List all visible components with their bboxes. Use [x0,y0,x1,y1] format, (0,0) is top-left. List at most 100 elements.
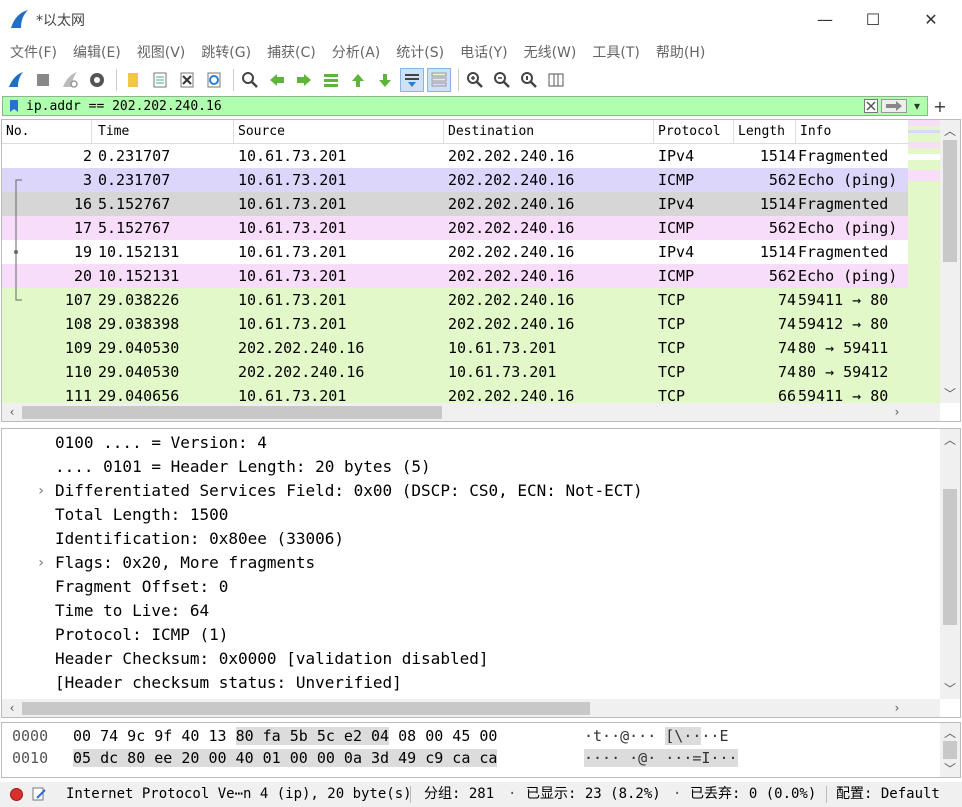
detail-tree-item[interactable]: 0100 .... = Version: 4 [2,431,938,455]
display-filter-input[interactable]: ip.addr == 202.202.240.16 [26,99,864,114]
clear-filter-icon[interactable] [864,99,878,113]
column-header-no[interactable]: No. [2,120,92,144]
packet-row[interactable]: 108 29.038398 10.61.73.201 202.202.240.16 TC… [2,312,908,336]
menu-file[interactable]: 文件(F) [2,42,65,62]
detail-tree-item[interactable]: Header Checksum: 0x0000 [validation disa… [2,647,938,671]
column-header-info[interactable]: Info [796,120,908,144]
packet-row[interactable]: 109 29.040530 202.202.240.16 10.61.73.201 TC… [2,336,908,360]
packet-bytes-vscroll[interactable]: ︿ ﹀ [940,723,960,777]
packet-row[interactable]: 107 29.038226 10.61.73.201 202.202.240.16 TC… [2,288,908,312]
scroll-down-icon[interactable]: ﹀ [941,759,959,777]
menu-analyze[interactable]: 分析(A) [324,42,389,62]
display-filter-field[interactable]: ip.addr == 202.202.240.16 ▾ [2,96,928,116]
scroll-down-icon[interactable]: ﹀ [941,384,959,402]
resize-columns-icon[interactable] [544,68,568,92]
detail-tree-item[interactable]: Protocol: ICMP (1) [2,623,938,647]
scroll-up-icon[interactable]: ︿ [941,723,959,741]
edit-comment-icon[interactable] [32,782,50,807]
packet-row[interactable]: 19 10.152131 10.61.73.201 202.202.240.16 IPv… [2,240,908,264]
scroll-thumb[interactable] [943,489,957,625]
menu-edit[interactable]: 编辑(E) [65,42,129,62]
close-button[interactable]: ✕ [906,0,956,38]
packet-list-header: No. Time Source Destination Protocol Len… [2,120,908,144]
scroll-thumb[interactable] [943,741,957,759]
scroll-thumb[interactable] [22,406,442,419]
packet-row[interactable]: 16 5.152767 10.61.73.201 202.202.240.16 IPv4… [2,192,908,216]
scroll-thumb[interactable] [22,702,590,715]
scroll-thumb[interactable] [943,140,957,262]
packet-row[interactable]: 2 0.231707 10.61.73.201 202.202.240.16 IPv4 1… [2,144,908,168]
packet-list-vscroll[interactable]: ︿ ﹀ [940,120,960,403]
scroll-down-icon[interactable]: ﹀ [941,679,959,697]
hex-ascii: ···· ·@· ···=I··· [584,749,738,767]
detail-tree-item[interactable]: › Differentiated Services Field: 0x00 (DS… [2,479,938,503]
column-header-source[interactable]: Source [234,120,444,144]
packet-cell-src: 10.61.73.201 [238,195,347,213]
go-back-icon[interactable] [265,68,289,92]
column-header-protocol[interactable]: Protocol [654,120,734,144]
packet-row[interactable]: 20 10.152131 10.61.73.201 202.202.240.16 ICM… [2,264,908,288]
close-file-icon[interactable] [175,68,199,92]
scroll-up-icon[interactable]: ︿ [941,430,959,448]
autoscroll-icon[interactable] [400,68,424,92]
column-header-length[interactable]: Length [734,120,796,144]
reload-icon[interactable] [202,68,226,92]
packet-details-hscroll[interactable]: ‹ › [2,699,940,717]
save-file-icon[interactable] [148,68,172,92]
go-last-icon[interactable] [373,68,397,92]
menu-wireless[interactable]: 无线(W) [516,42,585,62]
bookmark-icon[interactable] [6,98,22,114]
menu-tools[interactable]: 工具(T) [584,42,647,62]
gear-options-icon[interactable] [85,68,109,92]
find-packet-icon[interactable] [238,68,262,92]
colorize-icon[interactable] [427,68,451,92]
menu-telephony[interactable]: 电话(Y) [452,42,515,62]
go-to-packet-icon[interactable] [319,68,343,92]
packet-row[interactable]: 110 29.040530 202.202.240.16 10.61.73.201 TC… [2,360,908,384]
maximize-button[interactable]: ☐ [848,0,898,38]
scroll-up-icon[interactable]: ︿ [941,121,959,139]
go-first-icon[interactable] [346,68,370,92]
detail-tree-item[interactable]: Time to Live: 64 [2,599,938,623]
column-header-destination[interactable]: Destination [444,120,654,144]
status-profile[interactable]: 配置: Default [836,782,940,807]
packet-row[interactable]: 17 5.152767 10.61.73.201 202.202.240.16 ICMP… [2,216,908,240]
packet-color-minimap[interactable] [908,120,940,403]
capture-status-icon[interactable] [10,788,23,801]
detail-tree-item[interactable]: .... 0101 = Header Length: 20 bytes (5) [2,455,938,479]
restart-fin-icon[interactable] [58,68,82,92]
zoom-in-icon[interactable] [463,68,487,92]
scroll-right-icon[interactable]: › [888,699,906,717]
detail-tree-item[interactable]: › Flags: 0x20, More fragments [2,551,938,575]
packet-cell-info: 59412 → 80 [798,315,889,333]
expand-arrow-icon[interactable]: › [34,551,48,575]
minimize-button[interactable]: — [800,0,850,38]
packet-row[interactable]: 3 0.231707 10.61.73.201 202.202.240.16 ICMP 5… [2,168,908,192]
expand-arrow-icon[interactable]: › [34,479,48,503]
detail-tree-item[interactable]: [Header checksum status: Unverified] [2,671,938,695]
menu-help[interactable]: 帮助(H) [648,42,713,62]
scroll-left-icon[interactable]: ‹ [3,699,21,717]
go-forward-icon[interactable] [292,68,316,92]
apply-filter-icon[interactable] [881,99,907,113]
filter-history-dropdown[interactable]: ▾ [910,99,924,113]
menu-capture[interactable]: 捕获(C) [259,42,324,62]
scroll-left-icon[interactable]: ‹ [3,403,21,421]
packet-details-vscroll[interactable]: ︿ ﹀ [940,429,960,699]
add-filter-button[interactable]: + [932,95,948,117]
scroll-right-icon[interactable]: › [888,403,906,421]
open-folder-icon[interactable] [121,68,145,92]
column-header-time[interactable]: Time [94,120,234,144]
detail-tree-item[interactable]: Identification: 0x80ee (33006) [2,527,938,551]
packet-cell-no: 110 [64,363,92,381]
detail-tree-item[interactable]: Fragment Offset: 0 [2,575,938,599]
packet-list-hscroll[interactable]: ‹ › [2,403,940,421]
menu-view[interactable]: 视图(V) [129,42,194,62]
menu-statistics[interactable]: 统计(S) [388,42,452,62]
detail-tree-item[interactable]: Total Length: 1500 [2,503,938,527]
menu-go[interactable]: 跳转(G) [193,42,259,62]
zoom-out-icon[interactable] [490,68,514,92]
stop-square-icon[interactable] [31,68,55,92]
shark-fin-start-icon[interactable] [4,68,28,92]
zoom-normal-icon[interactable] [517,68,541,92]
